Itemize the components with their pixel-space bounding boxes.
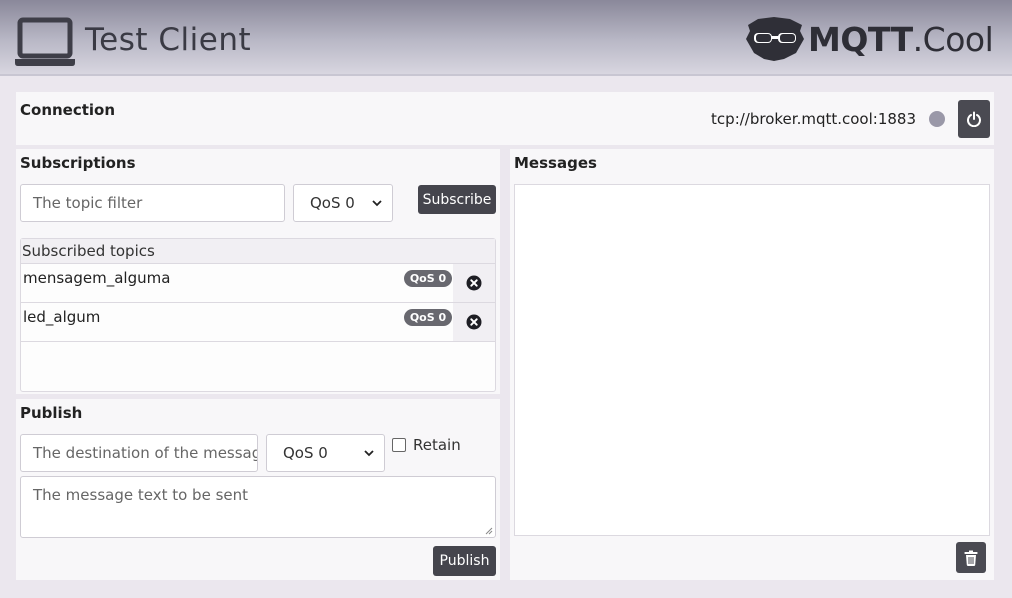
destination-input[interactable]: The destination of the messag xyxy=(20,434,258,472)
brand: MQTT.Cool xyxy=(744,16,994,62)
close-circle-icon xyxy=(466,275,482,291)
messages-panel: Messages xyxy=(510,149,994,580)
topic-name: mensagem_alguma xyxy=(23,269,171,287)
message-placeholder: The message text to be sent xyxy=(33,486,248,504)
publish-title: Publish xyxy=(20,404,83,422)
subscribe-button[interactable]: Subscribe xyxy=(418,185,496,214)
power-icon xyxy=(967,111,981,127)
retain-option[interactable]: Retain xyxy=(392,436,461,454)
qos-badge: QoS 0 xyxy=(404,309,452,326)
app-header: Test Client MQTT.Cool xyxy=(0,0,1012,76)
topic-row: led_algum QoS 0 xyxy=(21,303,495,342)
close-circle-icon xyxy=(466,314,482,330)
brand-name: MQTT.Cool xyxy=(808,19,994,59)
clear-messages-button[interactable] xyxy=(956,542,986,573)
publish-panel: Publish The destination of the messag Qo… xyxy=(16,399,500,580)
message-textarea[interactable]: The message text to be sent xyxy=(20,476,496,538)
messages-title: Messages xyxy=(514,154,597,172)
connection-panel: Connection tcp://broker.mqtt.cool:1883 xyxy=(16,92,994,145)
topic-name: led_algum xyxy=(23,308,101,326)
subscribe-qos-value: QoS 0 xyxy=(310,194,355,212)
brand-suffix: .Cool xyxy=(912,19,994,59)
unsubscribe-button[interactable] xyxy=(453,303,495,341)
connect-button[interactable] xyxy=(958,100,990,138)
chevron-down-icon xyxy=(372,200,382,207)
publish-button[interactable]: Publish xyxy=(433,546,496,576)
connection-title: Connection xyxy=(20,101,116,119)
qos-badge: QoS 0 xyxy=(404,270,452,287)
subscriptions-panel: Subscriptions The topic filter QoS 0 Sub… xyxy=(16,149,500,394)
messages-area[interactable] xyxy=(514,184,990,536)
retain-label: Retain xyxy=(413,436,461,454)
subscribe-qos-select[interactable]: QoS 0 xyxy=(293,184,393,222)
connection-status-indicator xyxy=(929,111,945,127)
trash-icon xyxy=(964,550,978,566)
subscribed-topics-list: Subscribed topics mensagem_alguma QoS 0 … xyxy=(20,238,496,392)
subscribed-topics-header: Subscribed topics xyxy=(21,239,495,264)
app-title: Test Client xyxy=(85,22,252,58)
broker-url: tcp://broker.mqtt.cool:1883 xyxy=(711,110,916,128)
topic-filter-input[interactable]: The topic filter xyxy=(20,184,285,222)
publish-qos-value: QoS 0 xyxy=(283,444,328,462)
chevron-down-icon xyxy=(364,450,374,457)
mqtt-cool-logo xyxy=(746,17,804,61)
publish-qos-select[interactable]: QoS 0 xyxy=(266,434,385,472)
subscriptions-title: Subscriptions xyxy=(20,154,136,172)
brand-prefix: MQTT xyxy=(808,19,913,59)
topic-row: mensagem_alguma QoS 0 xyxy=(21,264,495,303)
retain-checkbox[interactable] xyxy=(392,438,406,452)
unsubscribe-button[interactable] xyxy=(453,264,495,302)
laptop-icon xyxy=(15,17,75,66)
resize-grip-icon[interactable] xyxy=(485,527,493,535)
